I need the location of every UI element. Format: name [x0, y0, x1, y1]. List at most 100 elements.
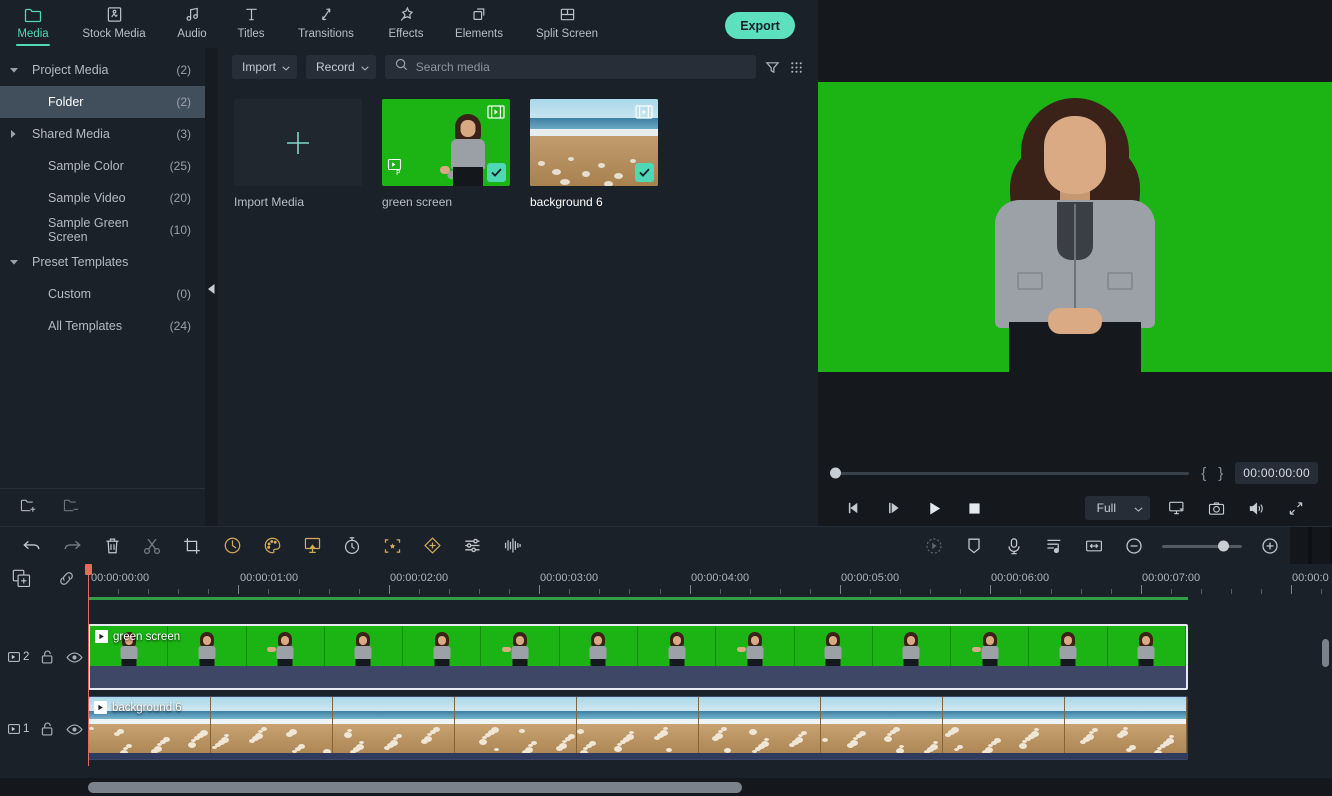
timeline-ruler[interactable]: 00:00:00:00 00:00:01:00 00:00:02:00 00:0… — [88, 564, 1332, 598]
track-1-lock-icon[interactable] — [34, 721, 61, 737]
link-chain-icon[interactable] — [57, 569, 76, 593]
delete-button[interactable] — [92, 528, 132, 564]
speaker-icon[interactable] — [1236, 501, 1276, 516]
zoom-in-button[interactable] — [1250, 528, 1290, 564]
track-2-visibility-icon[interactable] — [61, 651, 88, 664]
expand-arrows-icon[interactable] — [1276, 501, 1316, 516]
clip-play-icon — [94, 701, 107, 714]
crop-button[interactable] — [172, 528, 212, 564]
prev-frame-button[interactable] — [834, 501, 874, 515]
ruler-minor-tick — [1231, 589, 1232, 594]
sidebar-count: (10) — [170, 223, 191, 237]
sidebar-item-custom[interactable]: Custom (0) — [0, 278, 205, 310]
selected-check-badge[interactable] — [487, 163, 506, 182]
sidebar-item-sample-video[interactable]: Sample Video (20) — [0, 182, 205, 214]
mark-in-button[interactable]: { — [1201, 465, 1206, 482]
nav-tab-split-screen[interactable]: Split Screen — [518, 0, 616, 48]
video-preview-area[interactable] — [818, 0, 1332, 454]
add-folder-icon[interactable] — [20, 498, 37, 518]
split-button[interactable] — [132, 528, 172, 564]
ruler-minor-tick — [359, 589, 360, 594]
nav-tab-transitions-label: Transitions — [298, 28, 354, 40]
chevron-down-icon[interactable] — [10, 259, 30, 265]
quality-dropdown[interactable]: Full — [1085, 496, 1150, 520]
undo-button[interactable] — [12, 528, 52, 564]
collapse-sidebar-button[interactable] — [206, 278, 216, 300]
timeline-clip-green-screen[interactable]: green screen — [88, 624, 1188, 690]
preview-timecode[interactable]: 00:00:00:00 — [1235, 462, 1318, 484]
export-button[interactable]: Export — [725, 12, 795, 39]
media-item-green-screen[interactable]: P green screen — [382, 99, 510, 209]
speed-button[interactable] — [212, 528, 252, 564]
sidebar-item-sample-color[interactable]: Sample Color (25) — [0, 150, 205, 182]
import-dropdown[interactable]: Import — [232, 55, 297, 79]
selected-check-badge[interactable] — [635, 163, 654, 182]
timeline-header-tools — [0, 564, 88, 598]
timeline-clip-background-6[interactable]: background 6 — [88, 696, 1188, 760]
marker-button[interactable] — [954, 528, 994, 564]
zoom-out-button[interactable] — [1114, 528, 1154, 564]
audio-detach-button[interactable] — [492, 528, 532, 564]
timeline-horizontal-scrollbar-thumb[interactable] — [88, 782, 742, 793]
voiceover-button[interactable] — [994, 528, 1034, 564]
add-track-icon[interactable] — [12, 569, 31, 593]
redo-button[interactable] — [52, 528, 92, 564]
filmstrip-frame — [333, 697, 455, 759]
adjust-button[interactable] — [452, 528, 492, 564]
nav-tab-audio[interactable]: Audio — [162, 0, 222, 48]
nav-tab-elements[interactable]: Elements — [440, 0, 518, 48]
track-2-lock-icon[interactable] — [34, 649, 61, 665]
nav-tab-stock-media[interactable]: Stock Media — [66, 0, 162, 48]
sidebar-item-all-templates[interactable]: All Templates (24) — [0, 310, 205, 342]
sidebar-item-folder[interactable]: Folder (2) — [0, 86, 205, 118]
chevron-down-icon[interactable] — [10, 67, 30, 73]
beach-thumbnail[interactable] — [530, 99, 658, 186]
nav-tab-effects[interactable]: Effects — [372, 0, 440, 48]
nav-tab-transitions[interactable]: Transitions — [280, 0, 372, 48]
keyframe-button[interactable] — [412, 528, 452, 564]
preview-scrubber[interactable] — [832, 472, 1189, 475]
record-dropdown[interactable]: Record — [306, 55, 376, 79]
media-item-import[interactable]: Import Media — [234, 99, 362, 209]
timeline-playhead[interactable] — [88, 564, 89, 766]
remove-folder-icon[interactable] — [63, 498, 80, 518]
next-frame-button[interactable] — [874, 501, 914, 515]
nav-tab-titles-label: Titles — [237, 28, 264, 40]
nav-tab-media[interactable]: Media — [0, 0, 66, 48]
track-1-visibility-icon[interactable] — [61, 723, 88, 736]
camera-icon[interactable] — [1196, 501, 1236, 516]
chevron-right-icon[interactable] — [10, 130, 30, 138]
color-button[interactable] — [252, 528, 292, 564]
sidebar-item-preset-templates[interactable]: Preset Templates — [0, 246, 205, 278]
sidebar-item-shared-media[interactable]: Shared Media (3) — [0, 118, 205, 150]
fit-timeline-button[interactable] — [1074, 528, 1114, 564]
search-input[interactable] — [416, 60, 746, 74]
stop-button[interactable] — [954, 502, 994, 515]
search-media-box[interactable] — [385, 55, 756, 79]
scrubber-handle[interactable] — [830, 468, 841, 479]
audio-mixer-button[interactable] — [1034, 528, 1074, 564]
zoom-slider-handle[interactable] — [1218, 541, 1229, 552]
timeline-vertical-scrollbar[interactable] — [1322, 639, 1329, 667]
media-item-background-6[interactable]: background 6 — [530, 99, 658, 209]
sidebar-item-project-media[interactable]: Project Media (2) — [0, 54, 205, 86]
playhead-handle[interactable] — [85, 564, 92, 575]
stabilization-button[interactable] — [372, 528, 412, 564]
nav-tab-titles[interactable]: Titles — [222, 0, 280, 48]
sidebar-label: All Templates — [48, 319, 170, 333]
mark-out-button[interactable]: } — [1218, 465, 1223, 482]
grid-view-icon[interactable] — [789, 60, 804, 75]
video-frame — [818, 82, 1332, 372]
monitor-icon[interactable] — [1156, 500, 1196, 516]
green-screen-button[interactable] — [292, 528, 332, 564]
ruler-minor-tick — [599, 589, 600, 594]
play-button[interactable] — [914, 501, 954, 516]
duration-button[interactable] — [332, 528, 372, 564]
zoom-slider[interactable] — [1162, 545, 1242, 548]
green-screen-thumbnail[interactable]: P — [382, 99, 510, 186]
filter-funnel-icon[interactable] — [765, 60, 780, 75]
sidebar-item-sample-green-screen[interactable]: Sample Green Screen (10) — [0, 214, 205, 246]
sidebar-count: (20) — [170, 191, 191, 205]
render-preview-button[interactable] — [914, 528, 954, 564]
import-media-placeholder[interactable] — [234, 99, 362, 186]
